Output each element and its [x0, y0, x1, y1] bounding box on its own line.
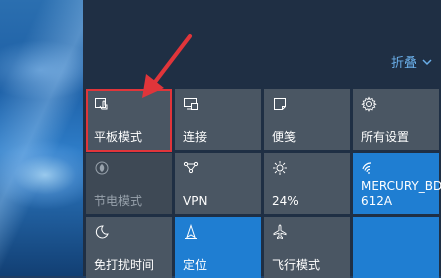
tile-label: 定位 [183, 258, 208, 272]
tile-vpn[interactable]: VPN [175, 153, 261, 214]
connect-icon [184, 98, 198, 110]
tile-label: VPN [183, 194, 208, 208]
tile-label: 飞行模式 [272, 258, 321, 272]
tile-label: 平板模式 [94, 130, 143, 144]
tile-label: 24% [272, 194, 299, 208]
tile-partial[interactable] [353, 217, 439, 278]
brightness-icon [273, 161, 287, 175]
tile-location[interactable]: 定位 [175, 217, 261, 278]
note-icon [274, 98, 286, 110]
tile-tablet-mode[interactable]: 平板模式 [86, 89, 172, 150]
tile-note[interactable]: 便笺 [264, 89, 350, 150]
tablet-mode-icon [95, 98, 108, 110]
tile-label: 免打扰时间 [94, 258, 155, 272]
tile-wifi[interactable]: MERCURY_BD 612A [353, 153, 441, 214]
tile-connect[interactable]: 连接 [175, 89, 261, 150]
desktop-wallpaper [0, 0, 100, 276]
airplane-icon [273, 224, 287, 240]
vpn-icon [183, 161, 199, 174]
collapse-label: 折叠 [390, 56, 417, 71]
tile-all-settings[interactable]: 所有设置 [353, 89, 439, 150]
tile-label: MERCURY_BD 612A [361, 179, 441, 208]
battery-saver-icon [95, 161, 109, 175]
tile-label: 节电模式 [94, 194, 143, 208]
location-icon [185, 224, 197, 239]
chevron-down-icon [422, 58, 432, 65]
wifi-icon [362, 162, 372, 174]
tile-quiet-hours[interactable]: 免打扰时间 [86, 217, 172, 278]
tile-airplane-mode[interactable]: 飞行模式 [264, 217, 350, 278]
tile-label: 所有设置 [361, 130, 410, 144]
gear-icon [361, 96, 377, 112]
tile-battery-saver[interactable]: 节电模式 [86, 153, 172, 214]
collapse-button[interactable]: 折叠 [391, 52, 433, 71]
tile-label: 便笺 [272, 130, 297, 144]
tile-label: 连接 [183, 130, 208, 144]
moon-icon [95, 225, 109, 239]
tile-brightness[interactable]: 24% [264, 153, 350, 214]
